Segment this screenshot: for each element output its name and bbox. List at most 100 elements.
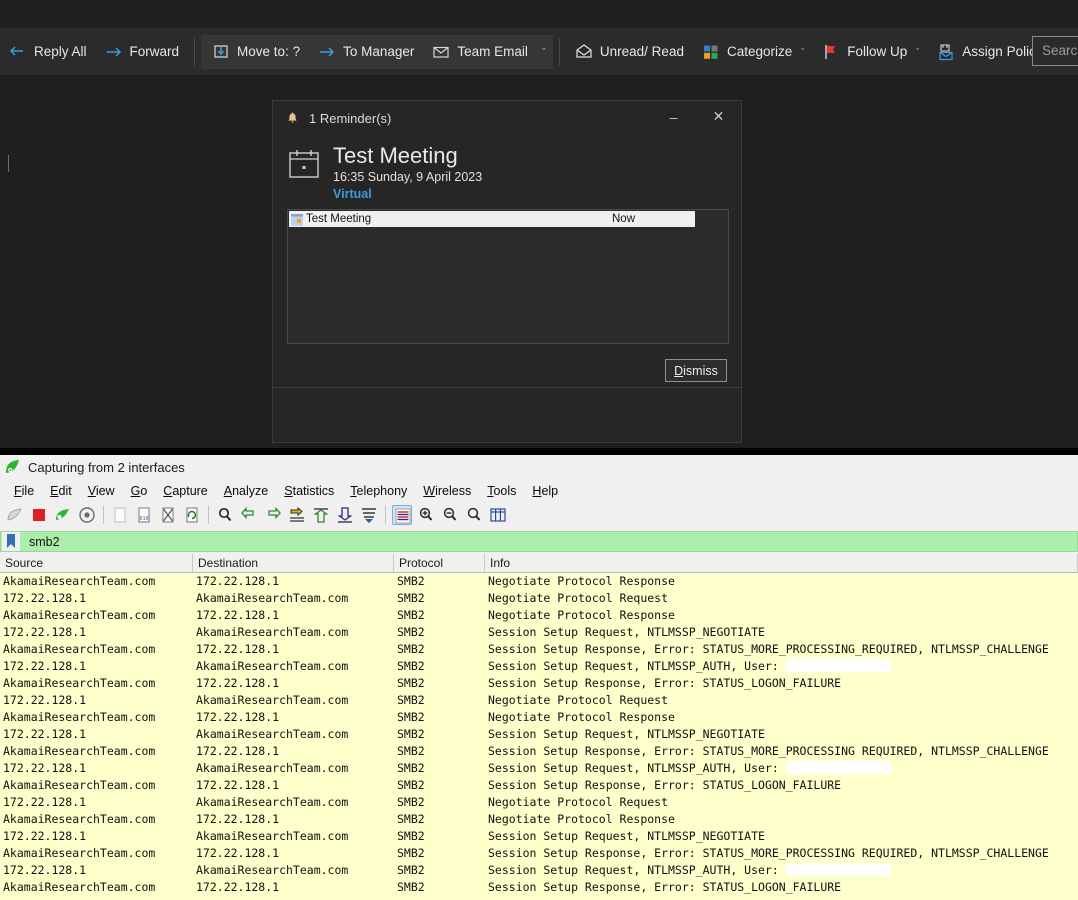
appointment-icon <box>291 213 303 225</box>
zoom-in-icon[interactable] <box>416 505 436 525</box>
packet-row[interactable]: 172.22.128.1AkamaiResearchTeam.comSMB2Se… <box>0 658 1078 675</box>
packet-row[interactable]: 172.22.128.1AkamaiResearchTeam.comSMB2Se… <box>0 726 1078 743</box>
go-back-icon[interactable] <box>239 505 259 525</box>
packet-info: Session Setup Request, NTLMSSP_NEGOTIATE <box>488 828 765 845</box>
menu-file[interactable]: File <box>6 482 42 500</box>
menu-wireless[interactable]: Wireless <box>415 482 479 500</box>
packet-row[interactable]: AkamaiResearchTeam.com172.22.128.1SMB2Ne… <box>0 607 1078 624</box>
packet-protocol: SMB2 <box>397 675 425 692</box>
ribbon-button-follow-up[interactable]: Follow Upˇ <box>813 36 928 68</box>
ribbon-button-label: Reply All <box>34 44 87 59</box>
packet-protocol: SMB2 <box>397 845 425 862</box>
find-packet-icon[interactable] <box>215 505 235 525</box>
packet-row[interactable]: 172.22.128.1AkamaiResearchTeam.comSMB2Se… <box>0 828 1078 845</box>
open-envelope-icon <box>575 43 593 61</box>
packet-row[interactable]: AkamaiResearchTeam.com172.22.128.1SMB2Se… <box>0 879 1078 896</box>
capture-options-icon[interactable] <box>77 505 97 525</box>
reminder-list-item[interactable]: Test Meeting Now <box>289 211 695 227</box>
close-icon[interactable]: ✕ <box>696 101 741 132</box>
close-file-icon[interactable] <box>158 505 178 525</box>
packet-row[interactable]: AkamaiResearchTeam.com172.22.128.1SMB2Se… <box>0 641 1078 658</box>
dismiss-button[interactable]: Dismiss <box>665 359 727 382</box>
auto-scroll-icon[interactable] <box>359 505 379 525</box>
packet-row[interactable]: AkamaiResearchTeam.com172.22.128.1SMB2Se… <box>0 743 1078 760</box>
menu-view[interactable]: View <box>80 482 123 500</box>
packet-protocol: SMB2 <box>397 794 425 811</box>
go-forward-icon[interactable] <box>263 505 283 525</box>
reload-file-icon[interactable] <box>182 505 202 525</box>
packet-row[interactable]: AkamaiResearchTeam.com172.22.128.1SMB2Ne… <box>0 709 1078 726</box>
menu-tools[interactable]: Tools <box>479 482 524 500</box>
reminder-datetime: 16:35 Sunday, 9 April 2023 <box>333 170 482 184</box>
resize-columns-icon[interactable] <box>488 505 508 525</box>
packet-row[interactable]: 172.22.128.1AkamaiResearchTeam.comSMB2Ne… <box>0 794 1078 811</box>
save-file-icon[interactable]: 010 <box>134 505 154 525</box>
packet-row[interactable]: AkamaiResearchTeam.com172.22.128.1SMB2Ne… <box>0 811 1078 828</box>
column-header-source[interactable]: Source <box>0 554 193 573</box>
ribbon-button-label: Assign Policy <box>962 44 1042 59</box>
packet-row[interactable]: 172.22.128.1AkamaiResearchTeam.comSMB2Ne… <box>0 590 1078 607</box>
column-header-protocol[interactable]: Protocol <box>394 554 485 573</box>
ribbon-button-reply-all[interactable]: Reply All <box>0 36 96 68</box>
display-filter-input[interactable]: smb2 <box>29 535 60 549</box>
column-header-destination[interactable]: Destination <box>193 554 394 573</box>
packet-row[interactable]: 172.22.128.1AkamaiResearchTeam.comSMB2Se… <box>0 862 1078 879</box>
quick-steps-more-icon[interactable]: ˇ <box>537 36 551 68</box>
reminder-location: Virtual <box>333 187 482 201</box>
menu-capture[interactable]: Capture <box>155 482 215 500</box>
chevron-down-icon: ˇ <box>916 47 919 57</box>
column-header-info[interactable]: Info <box>485 554 1078 573</box>
packet-source: 172.22.128.1 <box>3 590 86 607</box>
colorize-packets-icon[interactable] <box>392 505 412 525</box>
redacted-username <box>786 863 891 876</box>
packet-row[interactable]: 172.22.128.1AkamaiResearchTeam.comSMB2Ne… <box>0 692 1078 709</box>
packet-destination: 172.22.128.1 <box>196 743 279 760</box>
menu-edit[interactable]: Edit <box>42 482 80 500</box>
menu-help[interactable]: Help <box>524 482 566 500</box>
packet-row[interactable]: AkamaiResearchTeam.com172.22.128.1SMB2Se… <box>0 845 1078 862</box>
wireshark-menubar: FileEditViewGoCaptureAnalyzeStatisticsTe… <box>0 479 1078 502</box>
ribbon-button-move-to[interactable]: Move to: ? <box>203 36 309 68</box>
packet-destination: AkamaiResearchTeam.com <box>196 590 348 607</box>
menu-telephony[interactable]: Telephony <box>342 482 415 500</box>
go-to-packet-icon[interactable] <box>287 505 307 525</box>
reminder-titlebar[interactable]: 1 Reminder(s) – ✕ <box>273 101 741 135</box>
packet-row[interactable]: 172.22.128.1AkamaiResearchTeam.comSMB2Se… <box>0 624 1078 641</box>
open-file-icon[interactable] <box>110 505 130 525</box>
restart-capture-icon[interactable] <box>53 505 73 525</box>
menu-analyze[interactable]: Analyze <box>216 482 276 500</box>
ribbon-button-forward[interactable]: Forward <box>96 36 189 68</box>
display-filter-bar[interactable]: smb2 <box>0 531 1078 552</box>
ribbon-button-categorize[interactable]: Categorizeˇ <box>693 36 813 68</box>
ribbon-button-to-manager[interactable]: To Manager <box>309 36 423 68</box>
packet-info: Session Setup Request, NTLMSSP_AUTH, Use… <box>488 760 891 777</box>
dismiss-button-label-rest: ismiss <box>683 364 718 378</box>
zoom-out-icon[interactable] <box>440 505 460 525</box>
packet-list[interactable]: AkamaiResearchTeam.com172.22.128.1SMB2Ne… <box>0 573 1078 900</box>
minimize-icon[interactable]: – <box>651 101 696 132</box>
go-first-packet-icon[interactable] <box>311 505 331 525</box>
packet-info: Session Setup Response, Error: STATUS_MO… <box>488 641 1049 658</box>
menu-go[interactable]: Go <box>123 482 156 500</box>
packet-protocol: SMB2 <box>397 811 425 828</box>
packet-protocol: SMB2 <box>397 862 425 879</box>
packet-row[interactable]: 172.22.128.1AkamaiResearchTeam.comSMB2Se… <box>0 760 1078 777</box>
zoom-reset-icon[interactable] <box>464 505 484 525</box>
start-capture-icon[interactable] <box>5 505 25 525</box>
packet-row[interactable]: AkamaiResearchTeam.com172.22.128.1SMB2Ne… <box>0 573 1078 590</box>
outlook-title-strip <box>0 0 1078 28</box>
dialog-divider <box>273 387 741 388</box>
search-people-input[interactable]: Search Pe <box>1032 36 1078 66</box>
ribbon-button-label: To Manager <box>343 44 414 59</box>
ribbon-button-label: Forward <box>130 44 180 59</box>
ribbon-button-team-email[interactable]: Team Email <box>423 36 537 68</box>
filter-bookmark-icon[interactable] <box>2 532 20 551</box>
packet-source: 172.22.128.1 <box>3 828 86 845</box>
stop-capture-icon[interactable] <box>29 505 49 525</box>
packet-row[interactable]: AkamaiResearchTeam.com172.22.128.1SMB2Se… <box>0 777 1078 794</box>
ribbon-button-unread-read[interactable]: Unread/ Read <box>566 36 693 68</box>
packet-row[interactable]: AkamaiResearchTeam.com172.22.128.1SMB2Se… <box>0 675 1078 692</box>
menu-statistics[interactable]: Statistics <box>276 482 342 500</box>
go-last-packet-icon[interactable] <box>335 505 355 525</box>
reminder-list[interactable]: Test Meeting Now <box>287 209 729 344</box>
